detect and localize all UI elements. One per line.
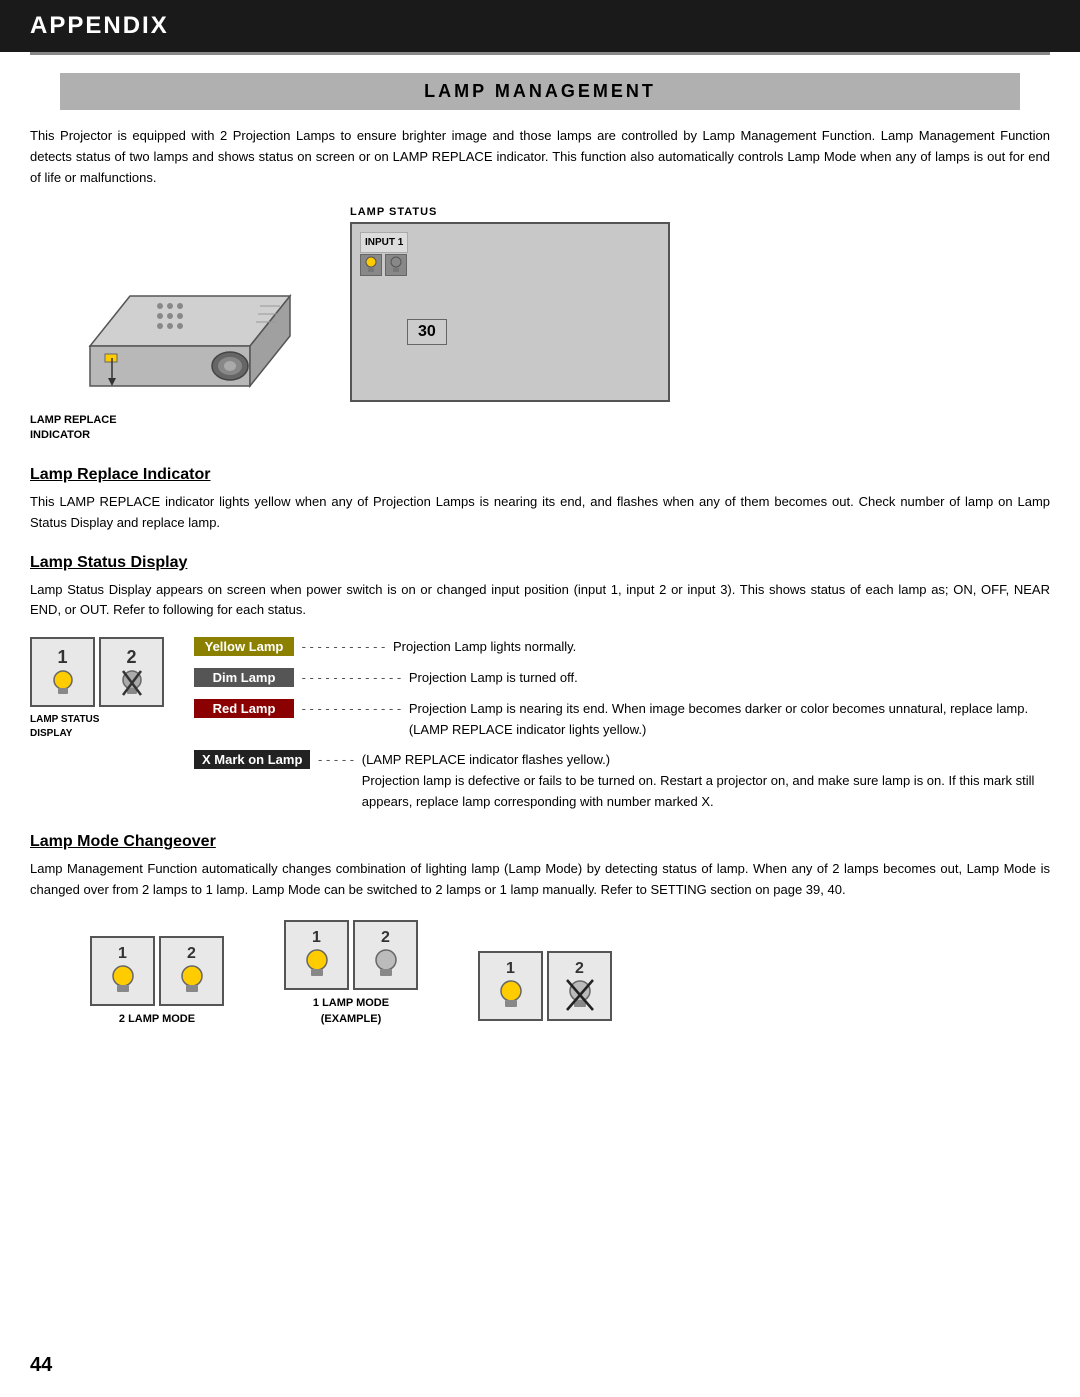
- status-row-dim: Dim Lamp - - - - - - - - - - - - - Proje…: [194, 668, 1050, 689]
- lamp-mode-text: Lamp Management Function automatically c…: [30, 859, 1050, 901]
- two-lamp-2-icon: [175, 963, 209, 997]
- lamp-mode-section: Lamp Mode Changeover Lamp Management Fun…: [30, 833, 1050, 1027]
- one-lamp-mode-group-b: 1 2: [478, 951, 612, 1027]
- one-lamp-1b-icon: [494, 978, 528, 1012]
- one-lamp-mode-group-a: 1 2 1 LAMP MODE: [284, 920, 418, 1027]
- two-lamp-mode-group: 1 2 2 LAMP MODE: [90, 936, 224, 1027]
- diagram-area: LAMP REPLACEINDICATOR LAMP STATUS INPUT …: [30, 206, 1050, 442]
- section-title: LAMP MANAGEMENT: [60, 81, 1020, 102]
- status-row-red: Red Lamp - - - - - - - - - - - - - Proje…: [194, 699, 1050, 741]
- one-lamp-1b: 1: [478, 951, 543, 1021]
- lamp-status-heading: Lamp Status Display: [30, 554, 1050, 572]
- lamp-status-display-label: LAMP STATUSDISPLAY: [30, 713, 99, 741]
- lamp-status-icons-area: 1 2: [30, 637, 1050, 813]
- yellow-lamp-badge: Yellow Lamp: [194, 637, 294, 656]
- lamp-replace-heading: Lamp Replace Indicator: [30, 466, 1050, 484]
- lamp-icon-1: 1: [30, 637, 95, 707]
- lamp-status-section: Lamp Status Display Lamp Status Display …: [30, 554, 1050, 813]
- dim-lamp-badge: Dim Lamp: [194, 668, 294, 687]
- red-lamp-badge: Red Lamp: [194, 699, 294, 718]
- lamp-status-descriptions: Yellow Lamp - - - - - - - - - - - Projec…: [194, 637, 1050, 813]
- page-header: APPENDIX: [0, 0, 1080, 52]
- intro-paragraph: This Projector is equipped with 2 Projec…: [30, 126, 1050, 188]
- projector-diagram: LAMP REPLACEINDICATOR: [30, 206, 310, 442]
- yellow-lamp-description: Projection Lamp lights normally.: [393, 637, 1050, 658]
- status-row-xmark: X Mark on Lamp - - - - - (LAMP REPLACE i…: [194, 750, 1050, 812]
- lamp-status-top-label: LAMP STATUS: [350, 206, 437, 218]
- xmark-lamp-badge: X Mark on Lamp: [194, 750, 310, 769]
- two-lamp-1-icon: [106, 963, 140, 997]
- projector-svg: [30, 206, 310, 406]
- two-lamp-mode-label: 2 LAMP MODE: [119, 1012, 195, 1027]
- lamp-status-display-diagram: LAMP STATUS INPUT 1 30: [350, 206, 1050, 402]
- one-lamp-2b-icon: [563, 978, 597, 1012]
- section-title-bar: LAMP MANAGEMENT: [60, 73, 1020, 110]
- lamp-mode-icons-area: 1 2 2 LAMP MODE: [30, 920, 1050, 1027]
- one-lamp-2a-icon: [369, 947, 403, 981]
- one-lamp-pair-b: 1 2: [478, 951, 612, 1021]
- one-lamp-1a: 1: [284, 920, 349, 990]
- two-lamp-1: 1: [90, 936, 155, 1006]
- lamp-status-text: Lamp Status Display appears on screen wh…: [30, 580, 1050, 622]
- lamp-bulb-2-icon: [117, 668, 147, 698]
- one-lamp-2a: 2: [353, 920, 418, 990]
- xmark-lamp-description: (LAMP REPLACE indicator flashes yellow.)…: [362, 750, 1050, 812]
- main-content: LAMP MANAGEMENT This Projector is equipp…: [0, 73, 1080, 1027]
- appendix-title: APPENDIX: [30, 12, 169, 40]
- one-lamp-pair-a: 1 2: [284, 920, 418, 990]
- lamp-display-icons: 1 2: [30, 637, 164, 707]
- one-lamp-mode-label-a: 1 LAMP MODE(Example): [313, 996, 389, 1027]
- lamp-replace-text: This LAMP REPLACE indicator lights yello…: [30, 492, 1050, 534]
- lamp-icon-2: 2: [99, 637, 164, 707]
- screen-number: 30: [407, 319, 447, 345]
- lamp-bulb-1-icon: [48, 668, 78, 698]
- dim-lamp-description: Projection Lamp is turned off.: [409, 668, 1050, 689]
- red-lamp-description: Projection Lamp is nearing its end. When…: [409, 699, 1050, 741]
- two-lamp-pair: 1 2: [90, 936, 224, 1006]
- one-lamp-1a-icon: [300, 947, 334, 981]
- lamp-replace-section: Lamp Replace Indicator This LAMP REPLACE…: [30, 466, 1050, 534]
- lamp-status-screen: INPUT 1 30: [350, 222, 670, 402]
- two-lamp-2: 2: [159, 936, 224, 1006]
- header-line: [30, 52, 1050, 55]
- lamp-mode-heading: Lamp Mode Changeover: [30, 833, 1050, 851]
- lamp-replace-indicator-label: LAMP REPLACEINDICATOR: [30, 413, 310, 442]
- page-number: 44: [30, 1354, 52, 1377]
- status-row-yellow: Yellow Lamp - - - - - - - - - - - Projec…: [194, 637, 1050, 658]
- one-lamp-2b: 2: [547, 951, 612, 1021]
- lamp-display-left: 1 2: [30, 637, 164, 741]
